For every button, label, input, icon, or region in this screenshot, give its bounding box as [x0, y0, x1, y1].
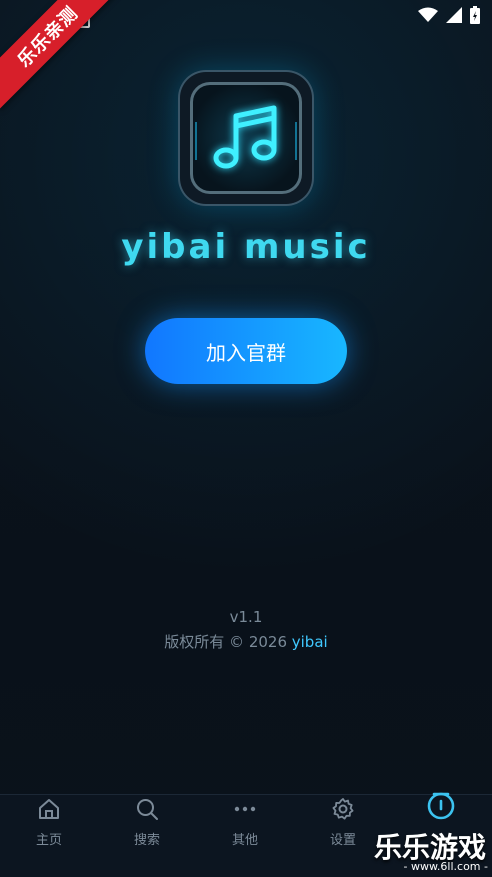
battery-icon [470, 6, 480, 24]
copyright-prefix: 版权所有 © 2026 [164, 633, 292, 651]
watermark: 乐乐游戏 - www.6ll.com - [372, 826, 492, 876]
app-logo [178, 70, 314, 206]
tab-home[interactable]: 主页 [0, 795, 98, 855]
watermark-url: - www.6ll.com - [403, 860, 488, 873]
logo-inner-frame [190, 82, 302, 194]
app-title: yibai music [121, 227, 371, 267]
copyright-text: 版权所有 © 2026 yibai [0, 631, 492, 652]
cell-signal-icon [446, 7, 462, 23]
gear-icon [332, 798, 354, 820]
tab-other-label: 其他 [231, 833, 258, 848]
more-icon [234, 806, 256, 812]
home-icon [39, 799, 59, 819]
tab-other[interactable]: 其他 [196, 795, 294, 855]
music-note-icon [195, 105, 297, 169]
info-icon [427, 792, 455, 820]
tab-home-label: 主页 [35, 833, 62, 848]
search-icon [137, 799, 158, 820]
copyright-brand: yibai [291, 633, 328, 651]
tab-search-label: 搜索 [133, 833, 160, 848]
version-label: v1.1 [229, 608, 263, 626]
wifi-icon [418, 7, 438, 22]
join-group-button[interactable]: 加入官群 [145, 318, 347, 384]
tab-search[interactable]: 搜索 [98, 795, 196, 855]
